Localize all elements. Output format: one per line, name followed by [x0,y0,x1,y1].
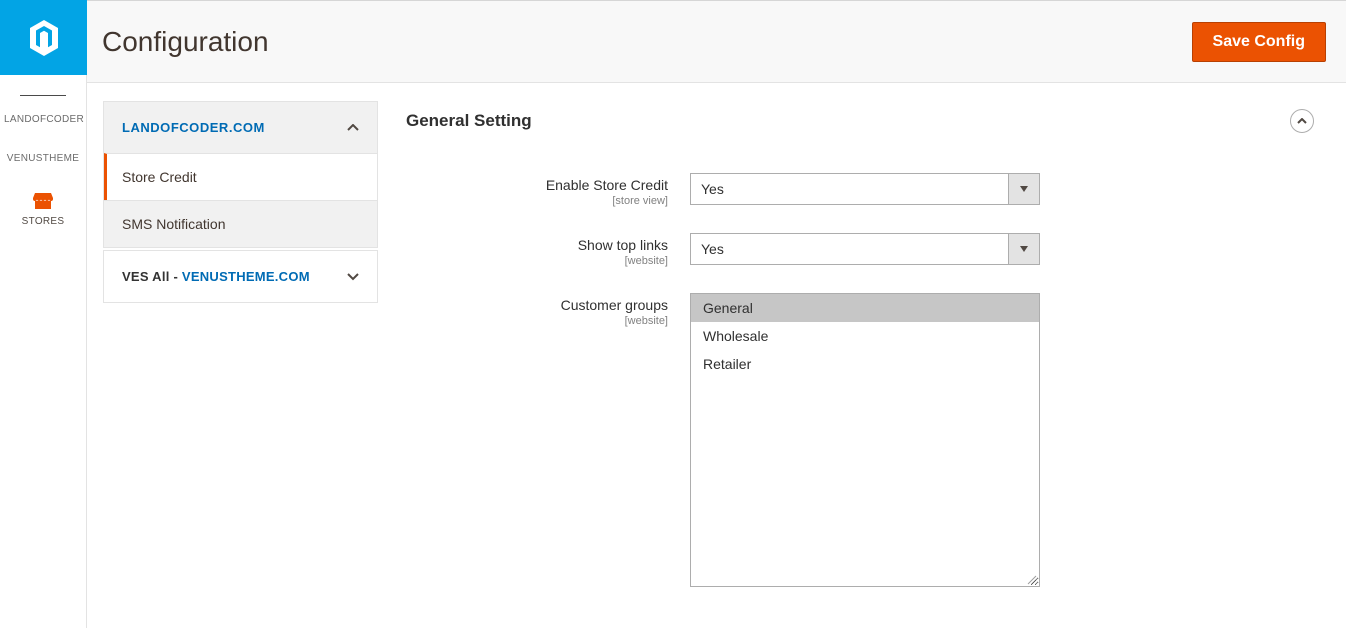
dropdown-handle[interactable] [1008,233,1040,265]
page-header: Configuration Save Config [87,1,1346,83]
multiselect-option[interactable]: Wholesale [691,322,1039,350]
sidebar-item-label: STORES [22,216,65,227]
section-title: General Setting [406,111,1290,131]
resize-handle-icon[interactable] [1025,572,1037,584]
enable-store-credit-select[interactable] [690,173,1040,205]
main-content: Configuration Save Config LANDOFCODER.CO… [87,0,1346,628]
field-show-top-links: Show top links [website] [406,233,1314,267]
field-label: Enable Store Credit [store view] [406,173,690,207]
sidebar-item-stores[interactable]: STORES [0,174,86,237]
show-top-links-select[interactable] [690,233,1040,265]
tab-group-landofcoder: LANDOFCODER.COM Store Credit SMS Notific… [103,101,378,248]
caret-down-icon [1020,246,1028,252]
tab-group-header[interactable]: VES All - VENUSTHEME.COM [104,251,377,302]
admin-sidebar: LANDOFCODER VENUSTHEME STORES [0,0,87,628]
tab-group-title: VES All - VENUSTHEME.COM [122,269,310,284]
field-label: Customer groups [website] [406,293,690,587]
tab-store-credit[interactable]: Store Credit [104,153,377,200]
customer-groups-multiselect[interactable]: General Wholesale Retailer [690,293,1040,587]
field-customer-groups: Customer groups [website] General Wholes… [406,293,1314,587]
multiselect-option[interactable]: General [691,294,1039,322]
dropdown-handle[interactable] [1008,173,1040,205]
tab-group-header[interactable]: LANDOFCODER.COM [104,102,377,153]
select-value[interactable] [690,173,1008,205]
field-enable-store-credit: Enable Store Credit [store view] [406,173,1314,207]
chevron-down-icon [347,269,359,284]
magento-logo[interactable] [0,0,87,75]
settings-form: General Setting Enable Store Credit [sto… [406,101,1330,613]
caret-down-icon [1020,186,1028,192]
magento-logo-icon [27,18,61,58]
multiselect-option[interactable]: Retailer [691,350,1039,378]
section-header[interactable]: General Setting [406,101,1314,173]
sidebar-item-label: LANDOFCODER [4,114,84,125]
collapse-toggle[interactable] [1290,109,1314,133]
field-label: Show top links [website] [406,233,690,267]
save-config-button[interactable]: Save Config [1192,22,1326,62]
sidebar-item-label: VENUSTHEME [7,153,79,164]
sidebar-item-landofcoder[interactable]: LANDOFCODER [0,96,86,135]
tab-label: SMS Notification [122,216,225,232]
chevron-up-icon [1297,118,1307,124]
page-title: Configuration [102,26,1192,58]
config-tabs: LANDOFCODER.COM Store Credit SMS Notific… [103,101,378,613]
stores-icon [4,192,82,210]
sidebar-item-venustheme[interactable]: VENUSTHEME [0,135,86,174]
tab-label: Store Credit [122,169,197,185]
tab-sms-notification[interactable]: SMS Notification [104,200,377,247]
tab-group-vesall: VES All - VENUSTHEME.COM [103,250,378,303]
select-value[interactable] [690,233,1008,265]
tab-group-title: LANDOFCODER.COM [122,120,265,135]
chevron-up-icon [347,120,359,135]
